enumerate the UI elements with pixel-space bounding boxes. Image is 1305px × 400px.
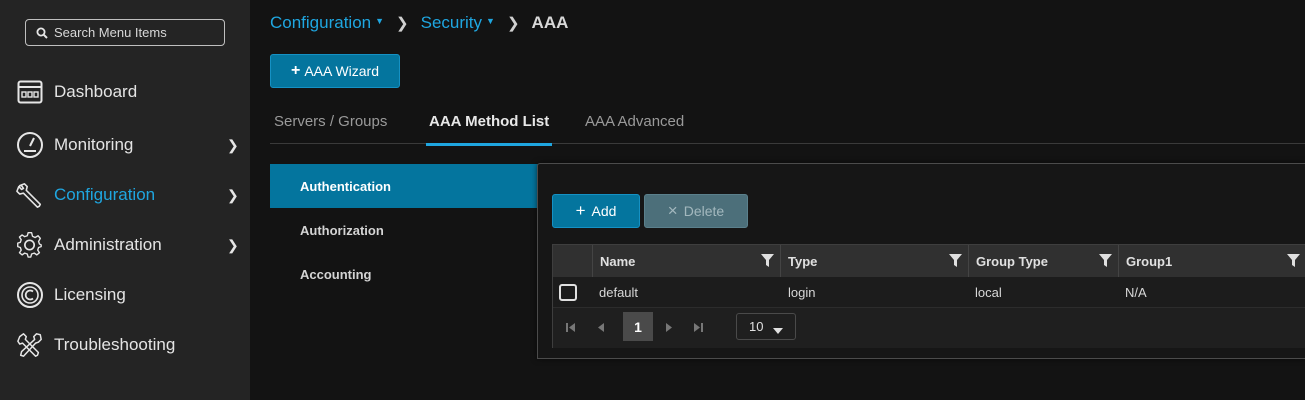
previous-page-icon[interactable] — [595, 321, 607, 333]
licensing-icon — [16, 281, 44, 309]
column-header-name[interactable]: Name — [592, 245, 780, 277]
column-header-type[interactable]: Type — [780, 245, 968, 277]
page-size-select[interactable]: 10 — [736, 313, 796, 340]
page-number-current[interactable]: 1 — [623, 312, 653, 341]
caret-down-icon: ▼ — [486, 16, 495, 26]
filter-icon[interactable] — [761, 254, 774, 271]
aaa-wizard-label: AAA Wizard — [304, 63, 380, 79]
aaa-wizard-button[interactable]: + AAA Wizard — [270, 54, 400, 88]
add-button[interactable]: + Add — [552, 194, 640, 228]
gear-icon — [16, 231, 44, 259]
method-list-subnav: Authentication Authorization Accounting — [270, 164, 538, 296]
close-icon: × — [667, 201, 678, 220]
delete-button[interactable]: × Delete — [644, 194, 748, 228]
sidebar-item-administration[interactable]: Administration ❯ — [0, 225, 250, 265]
chevron-right-icon: ❯ — [227, 186, 239, 203]
column-header-group1[interactable]: Group1 — [1118, 245, 1305, 277]
cell-name: default — [599, 285, 639, 300]
tools-icon — [16, 331, 44, 359]
breadcrumb-current: AAA — [531, 13, 569, 32]
column-header-group-type[interactable]: Group Type — [968, 245, 1118, 277]
sidebar-item-label: Monitoring — [54, 135, 134, 154]
table-row[interactable]: default login local N/A — [553, 277, 1305, 308]
search-menu-input[interactable]: Search Menu Items — [25, 19, 225, 46]
row-checkbox[interactable] — [559, 284, 577, 301]
sidebar-item-configuration[interactable]: Configuration ❯ — [0, 175, 250, 215]
wrench-icon — [16, 181, 44, 209]
chevron-right-icon: ❯ — [227, 136, 239, 153]
caret-down-icon — [773, 323, 783, 338]
subnav-authorization[interactable]: Authorization — [270, 208, 538, 252]
sidebar-item-licensing[interactable]: Licensing — [0, 275, 250, 315]
caret-down-icon: ▼ — [375, 16, 385, 26]
filter-icon[interactable] — [949, 254, 962, 271]
page-size-value: 10 — [749, 319, 764, 334]
breadcrumb-separator-icon: ❯ — [506, 15, 520, 32]
tab-servers-groups[interactable]: Servers / Groups — [274, 113, 387, 143]
dashboard-icon — [16, 78, 44, 106]
breadcrumb-separator-icon: ❯ — [396, 15, 409, 32]
first-page-icon[interactable] — [565, 321, 577, 333]
pagination: 1 10 — [553, 308, 1305, 348]
sidebar-item-label: Dashboard — [54, 82, 138, 101]
tab-aaa-method-list[interactable]: AAA Method List — [426, 113, 553, 146]
cell-type: login — [788, 285, 816, 300]
next-page-icon[interactable] — [663, 321, 675, 333]
cell-group1: N/A — [1125, 285, 1147, 300]
sidebar-item-label: Administration — [54, 235, 162, 254]
sidebar-item-label: Configuration — [54, 185, 156, 204]
table-header: Name Type Group Type Group1 — [553, 245, 1305, 277]
delete-label: Delete — [683, 203, 725, 219]
last-page-icon[interactable] — [692, 321, 704, 333]
select-all-column — [553, 245, 592, 277]
breadcrumb-security[interactable]: Security ▼ — [421, 13, 495, 33]
gauge-icon — [16, 131, 44, 159]
subnav-accounting[interactable]: Accounting — [270, 252, 538, 296]
chevron-right-icon: ❯ — [227, 236, 239, 253]
search-placeholder: Search Menu Items — [54, 25, 167, 40]
breadcrumb-configuration[interactable]: Configuration ▼ — [270, 13, 384, 33]
plus-icon: + — [290, 62, 301, 79]
sidebar-item-dashboard[interactable]: Dashboard — [0, 72, 250, 112]
tab-bar: Servers / Groups AAA Method List AAA Adv… — [270, 110, 1305, 146]
sidebar-item-label: Troubleshooting — [54, 335, 176, 354]
plus-icon: + — [575, 201, 586, 220]
filter-icon[interactable] — [1287, 254, 1300, 271]
sidebar-item-label: Licensing — [54, 285, 126, 304]
cell-group-type: local — [975, 285, 1002, 300]
add-label: Add — [591, 203, 617, 219]
breadcrumb: Configuration ▼ ❯ Security ▼ ❯ AAA — [270, 12, 568, 34]
filter-icon[interactable] — [1099, 254, 1112, 271]
search-icon — [36, 27, 48, 39]
sidebar-item-troubleshooting[interactable]: Troubleshooting — [0, 325, 250, 365]
method-list-table: Name Type Group Type Group1 default logi… — [552, 244, 1305, 348]
tab-aaa-advanced[interactable]: AAA Advanced — [585, 113, 684, 143]
sidebar-item-monitoring[interactable]: Monitoring ❯ — [0, 125, 250, 165]
subnav-authentication[interactable]: Authentication — [270, 164, 538, 208]
sidebar: Search Menu Items Dashboard Monitoring ❯… — [0, 0, 250, 400]
